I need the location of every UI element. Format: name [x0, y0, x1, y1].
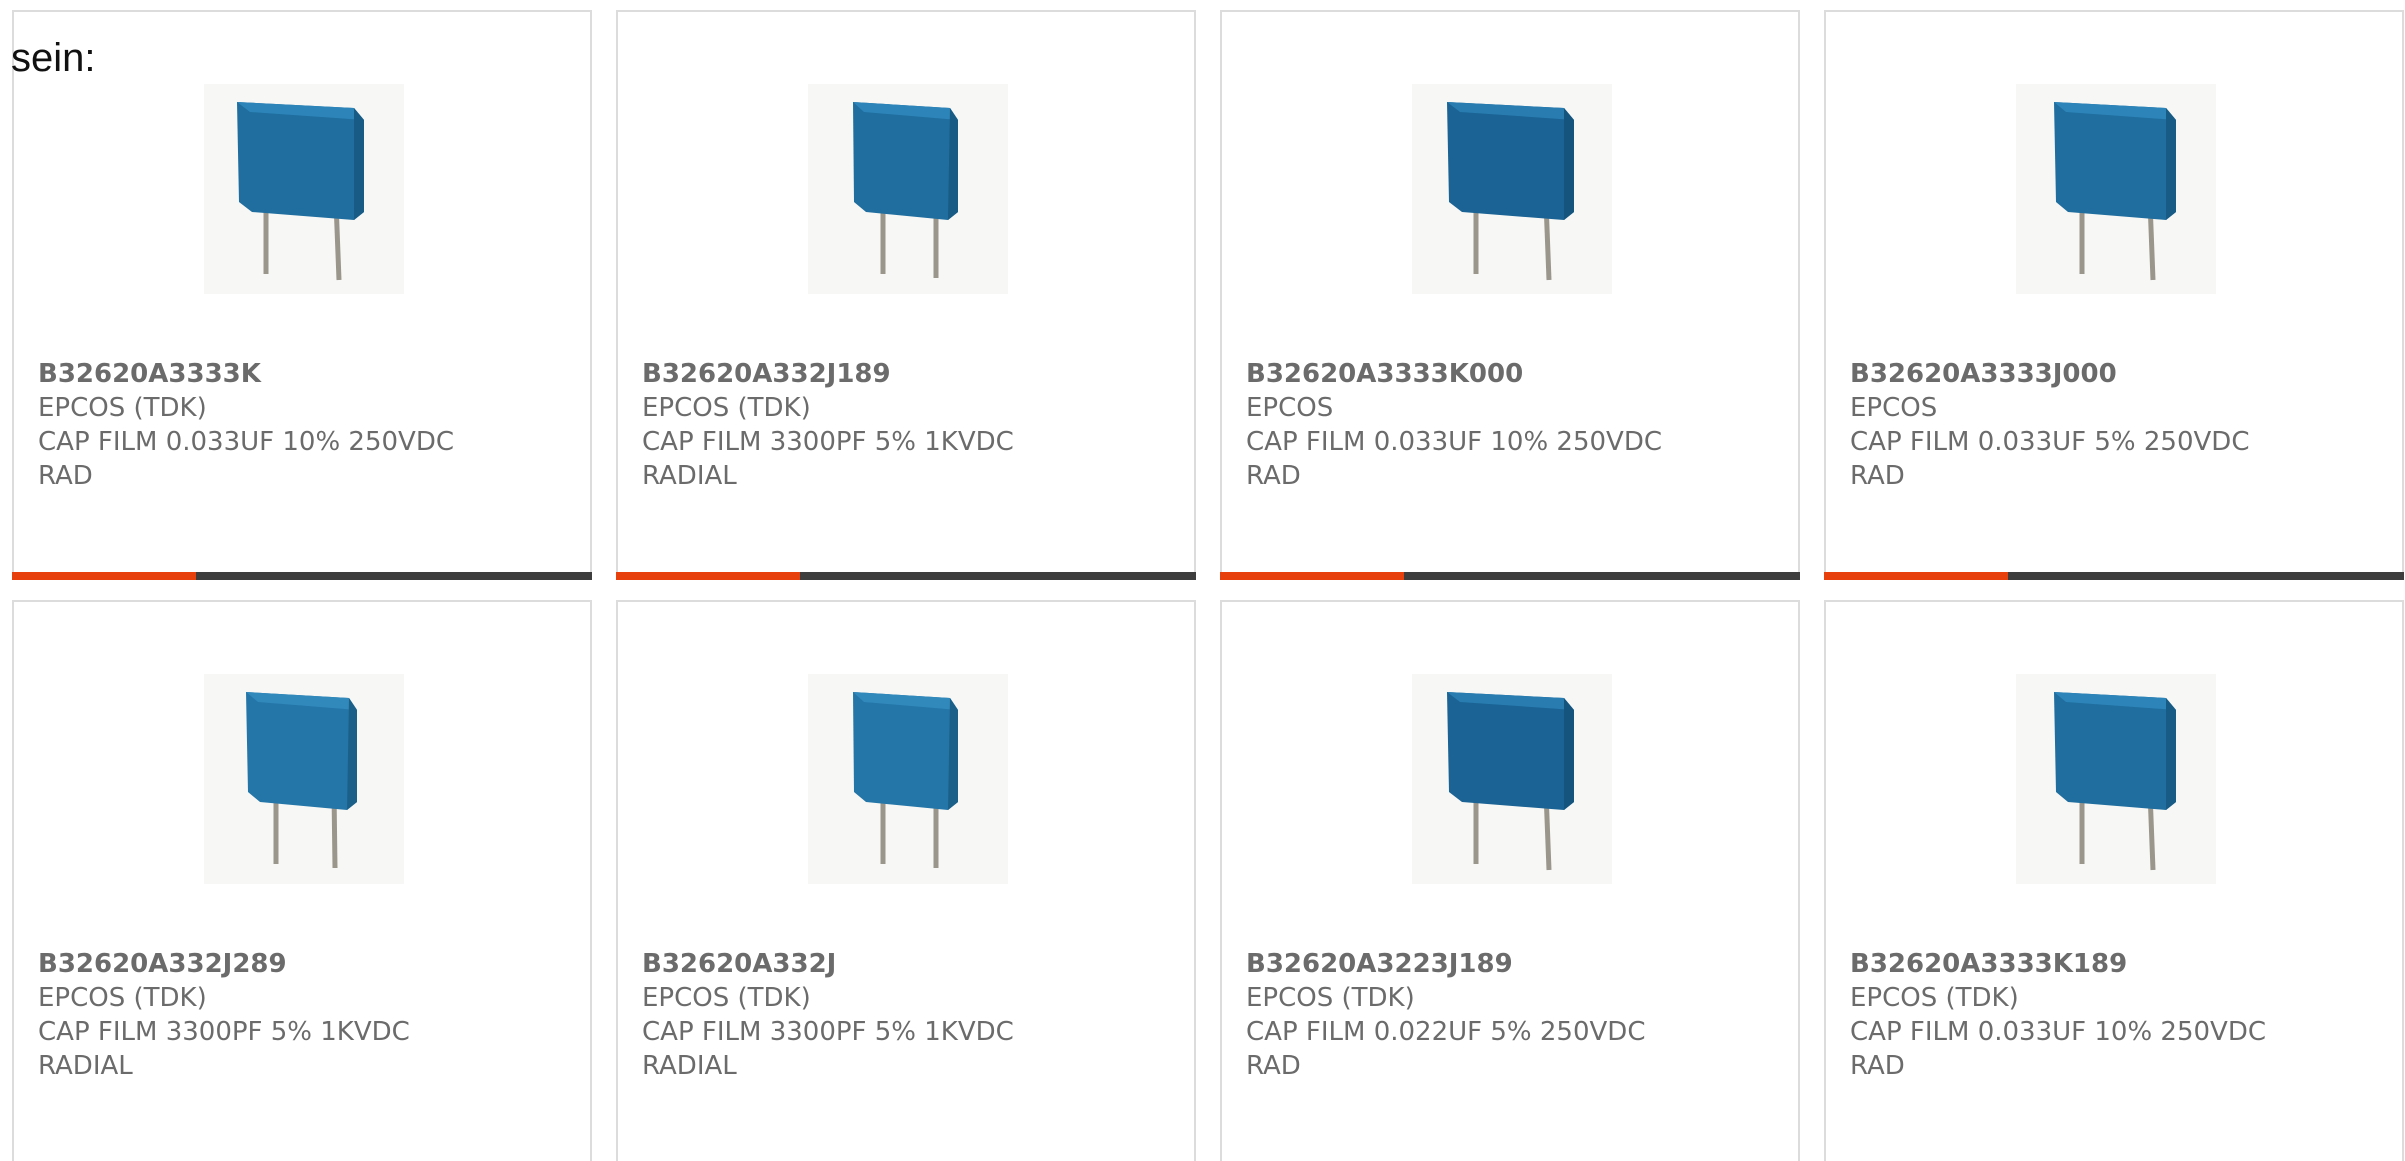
capacitor-image[interactable]	[204, 84, 404, 294]
product-card[interactable]: B32620A332J EPCOS (TDK) CAP FILM 3300PF …	[616, 600, 1196, 1161]
manufacturer: EPCOS (TDK)	[642, 393, 811, 423]
capacitor-image[interactable]	[2016, 674, 2216, 884]
capacitor-image[interactable]	[2016, 84, 2216, 294]
card-bottom-bar	[12, 572, 592, 580]
mounting-type: RADIAL	[38, 1051, 133, 1081]
part-number-link[interactable]: B32620A3333K000	[1246, 357, 1776, 391]
capacitor-image[interactable]	[1412, 84, 1612, 294]
part-number-link[interactable]: B32620A3333J000	[1850, 357, 2380, 391]
product-description: CAP FILM 0.033UF 10% 250VDC	[38, 427, 455, 457]
mounting-type: RADIAL	[642, 1051, 737, 1081]
card-bottom-bar	[1220, 572, 1800, 580]
product-card[interactable]: B32620A332J289 EPCOS (TDK) CAP FILM 3300…	[12, 600, 592, 1161]
card-bottom-bar	[1824, 572, 2404, 580]
capacitor-icon	[1412, 674, 1612, 884]
mounting-type: RAD	[1246, 1051, 1301, 1081]
manufacturer: EPCOS (TDK)	[38, 393, 207, 423]
manufacturer: EPCOS (TDK)	[38, 983, 207, 1013]
part-number-link[interactable]: B32620A332J	[642, 947, 1172, 981]
product-description: CAP FILM 3300PF 5% 1KVDC	[642, 1017, 1014, 1047]
product-card[interactable]: B32620A332J189 EPCOS (TDK) CAP FILM 3300…	[616, 10, 1196, 580]
intro-text: sein:	[11, 36, 96, 80]
capacitor-icon	[2016, 674, 2216, 884]
card-accent-bar	[12, 572, 196, 580]
capacitor-image[interactable]	[808, 84, 1008, 294]
card-bottom-bar	[616, 572, 1196, 580]
part-number-link[interactable]: B32620A332J189	[642, 357, 1172, 391]
capacitor-icon	[204, 84, 404, 294]
product-description: CAP FILM 0.033UF 5% 250VDC	[1850, 427, 2250, 457]
product-description: CAP FILM 3300PF 5% 1KVDC	[642, 427, 1014, 457]
capacitor-image[interactable]	[204, 674, 404, 884]
product-description: CAP FILM 0.033UF 10% 250VDC	[1246, 427, 1663, 457]
part-number-link[interactable]: B32620A3333K189	[1850, 947, 2380, 981]
capacitor-icon	[2016, 84, 2216, 294]
mounting-type: RAD	[1850, 1051, 1905, 1081]
capacitor-icon	[808, 674, 1008, 884]
mounting-type: RAD	[1850, 461, 1905, 491]
manufacturer: EPCOS (TDK)	[1246, 983, 1415, 1013]
product-card[interactable]: B32620A3333J000 EPCOS CAP FILM 0.033UF 5…	[1824, 10, 2404, 580]
capacitor-image[interactable]	[1412, 674, 1612, 884]
card-accent-bar	[1220, 572, 1404, 580]
capacitor-icon	[808, 84, 1008, 294]
capacitor-icon	[1412, 84, 1612, 294]
manufacturer: EPCOS (TDK)	[642, 983, 811, 1013]
product-card[interactable]: B32620A3333K000 EPCOS CAP FILM 0.033UF 1…	[1220, 10, 1800, 580]
product-card[interactable]: B32620A3223J189 EPCOS (TDK) CAP FILM 0.0…	[1220, 600, 1800, 1161]
manufacturer: EPCOS (TDK)	[1850, 983, 2019, 1013]
manufacturer: EPCOS	[1850, 393, 1938, 423]
product-card[interactable]: B32620A3333K EPCOS (TDK) CAP FILM 0.033U…	[12, 10, 592, 580]
product-card[interactable]: B32620A3333K189 EPCOS (TDK) CAP FILM 0.0…	[1824, 600, 2404, 1161]
part-number-link[interactable]: B32620A332J289	[38, 947, 568, 981]
product-grid-page: sein: B32620A3333K EPCOS (TDK) CAP FILM …	[0, 0, 2405, 1161]
capacitor-image[interactable]	[808, 674, 1008, 884]
card-accent-bar	[616, 572, 800, 580]
mounting-type: RAD	[38, 461, 93, 491]
manufacturer: EPCOS	[1246, 393, 1334, 423]
part-number-link[interactable]: B32620A3223J189	[1246, 947, 1776, 981]
product-description: CAP FILM 3300PF 5% 1KVDC	[38, 1017, 410, 1047]
capacitor-icon	[204, 674, 404, 884]
mounting-type: RADIAL	[642, 461, 737, 491]
product-description: CAP FILM 0.033UF 10% 250VDC	[1850, 1017, 2267, 1047]
product-description: CAP FILM 0.022UF 5% 250VDC	[1246, 1017, 1646, 1047]
mounting-type: RAD	[1246, 461, 1301, 491]
card-accent-bar	[1824, 572, 2008, 580]
part-number-link[interactable]: B32620A3333K	[38, 357, 568, 391]
